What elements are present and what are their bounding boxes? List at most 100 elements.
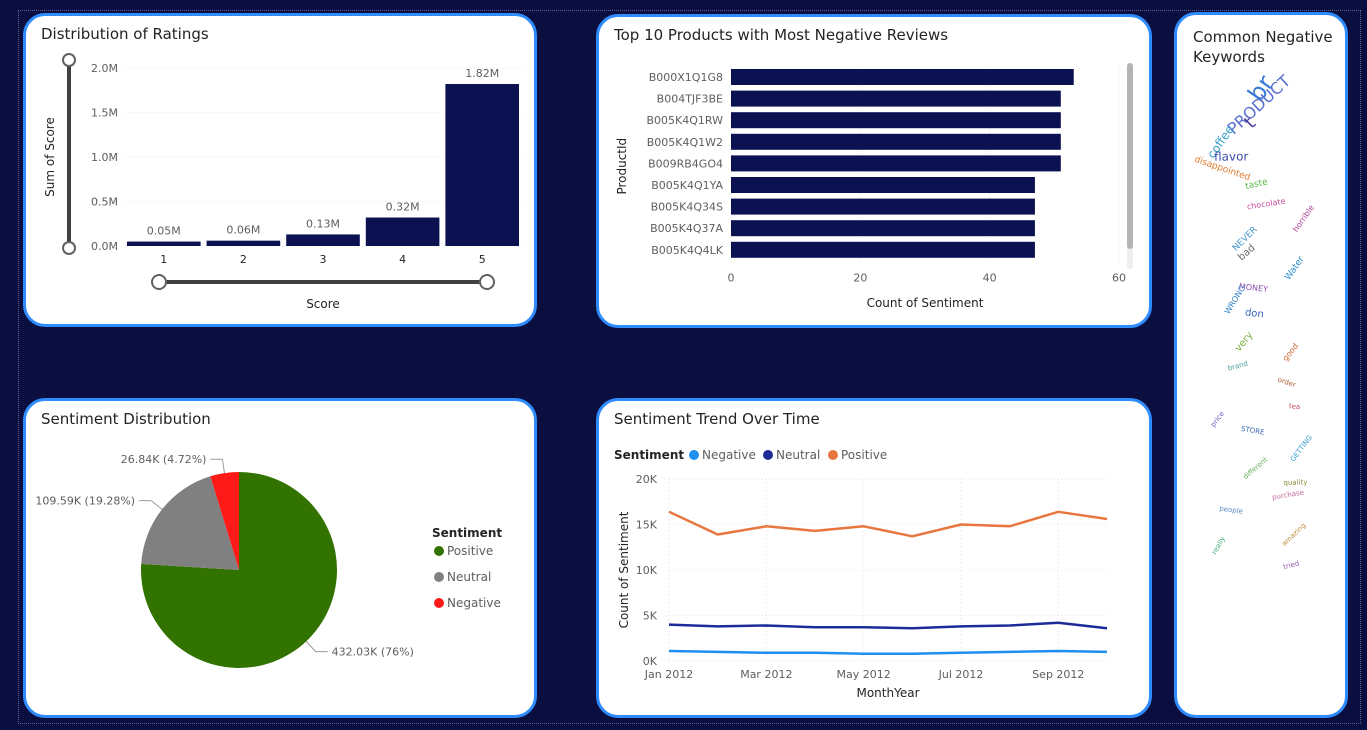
y-axis-title: ProductId [615, 138, 629, 195]
x-tick-label: May 2012 [837, 668, 891, 681]
data-label: 0.06M [226, 224, 260, 237]
sentiment-pie-chart: 432.03K (76%) 109.59K (19.28%) 26.84K (4.7… [35, 453, 502, 668]
bar[interactable] [731, 90, 1061, 107]
x-tick-label: 5 [479, 253, 486, 266]
y-tick-label: B005K4Q34S [651, 201, 723, 214]
word-cloud-word: very [1233, 330, 1256, 354]
word-cloud-word: price [1209, 410, 1226, 429]
x-tick-label: Mar 2012 [740, 668, 792, 681]
legend-marker[interactable] [434, 546, 444, 556]
word-cloud-word: brand [1227, 360, 1249, 373]
word-cloud-word: GETTING [1289, 434, 1314, 464]
sentiment-distribution-card[interactable]: Sentiment Distribution 432.03K (76%) 109.… [23, 398, 537, 718]
leader-line [305, 641, 328, 653]
y-tick-label: B005K4Q1RW [647, 114, 724, 127]
data-label: 0.13M [306, 217, 340, 230]
y-tick-label: 10K [636, 564, 658, 577]
y-tick-label: B005K4Q1YA [651, 179, 723, 192]
series-line-negative[interactable] [668, 649, 1108, 655]
x-tick-label: 4 [399, 253, 406, 266]
y-range-slider-handle-top[interactable] [62, 53, 76, 67]
word-cloud-word: people [1219, 505, 1244, 516]
x-tick-label: Jul 2012 [938, 668, 984, 681]
x-tick-label: 0 [728, 271, 735, 284]
data-label: 432.03K (76%) [332, 646, 414, 659]
x-tick-label: 20 [853, 271, 867, 284]
data-label: 26.84K (4.72%) [121, 453, 207, 466]
word-cloud-word: order [1277, 376, 1297, 390]
bar[interactable] [127, 241, 201, 246]
legend-item[interactable]: Neutral [447, 570, 491, 584]
bar[interactable] [286, 234, 360, 246]
sentiment-trend-card[interactable]: Sentiment Trend Over Time 0K 5K 10K 15K 20K J… [596, 398, 1152, 718]
x-axis-title: Count of Sentiment [867, 296, 984, 310]
word-cloud-word: horrible [1291, 203, 1316, 234]
bar[interactable] [731, 112, 1061, 129]
y-tick-label: 15K [636, 519, 658, 532]
bar[interactable] [731, 69, 1074, 85]
y-tick-label: 2.0M [91, 62, 118, 75]
y-tick-label: B004TJF3BE [657, 93, 723, 106]
data-label: 109.59K (19.28%) [35, 495, 135, 508]
bar[interactable] [445, 84, 519, 247]
word-cloud-word: purchase [1272, 488, 1305, 501]
bar[interactable] [731, 155, 1061, 172]
legend-marker[interactable] [434, 572, 444, 582]
data-label: 1.82M [465, 67, 499, 80]
word-cloud-word: amazing [1280, 521, 1307, 547]
data-label: 0.05M [147, 225, 181, 238]
legend-title: Sentiment [432, 526, 502, 540]
legend-marker[interactable] [828, 450, 838, 460]
y-tick-label: 0.0M [91, 240, 118, 253]
word-cloud-word: good [1281, 342, 1301, 363]
y-tick-label: 1.0M [91, 151, 118, 164]
x-tick-label: Sep 2012 [1032, 668, 1084, 681]
word-cloud-word: quality [1283, 478, 1307, 486]
x-tick-label: 60 [1112, 271, 1126, 284]
y-tick-label: 0K [643, 655, 658, 668]
y-tick-label: B009RB4GO4 [648, 157, 723, 170]
y-tick-label: 20K [636, 473, 658, 486]
legend-marker[interactable] [763, 450, 773, 460]
legend-marker[interactable] [689, 450, 699, 460]
word-cloud-word: STORE [1240, 425, 1265, 437]
word-cloud-word: chocolate [1246, 197, 1286, 212]
word-cloud-word: different [1241, 456, 1269, 481]
negative-products-chart: 0 20 40 60 B000X1Q1G8 B004TJF3BE B005K4Q1RW B00… [615, 63, 1133, 310]
negative-products-card[interactable]: Top 10 Products with Most Negative Revie… [596, 14, 1152, 328]
word-cloud-word: WRONG [1223, 284, 1247, 316]
bar[interactable] [206, 240, 281, 246]
word-cloud-word: really [1210, 535, 1227, 556]
bar[interactable] [731, 177, 1035, 193]
word-cloud-word: Water [1283, 255, 1307, 283]
keywords-card[interactable]: Common Negative Keywords br PRODUCT t coffe… [1174, 12, 1348, 718]
leader-line [139, 500, 163, 510]
y-tick-label: 1.5M [91, 107, 118, 120]
legend-item[interactable]: Negative [447, 596, 501, 610]
y-range-slider-handle-bottom[interactable] [62, 241, 76, 255]
legend-item[interactable]: Negative [702, 448, 756, 462]
bar[interactable] [731, 241, 1035, 258]
y-tick-label: 5K [643, 610, 658, 623]
bar[interactable] [731, 220, 1035, 237]
bar[interactable] [731, 198, 1035, 215]
x-range-slider-handle-right[interactable] [479, 274, 495, 290]
series-line-neutral[interactable] [668, 621, 1108, 630]
word-cloud-word: tea [1289, 402, 1301, 411]
bar[interactable] [365, 217, 440, 246]
legend-item[interactable]: Positive [447, 544, 493, 558]
y-axis-title: Sum of Score [43, 117, 57, 197]
ratings-card[interactable]: Distribution of Ratings 0.0M 0.5M 1.0M 1.5M… [23, 13, 537, 327]
x-tick-label: 1 [160, 253, 167, 266]
word-cloud-word: tried [1282, 559, 1300, 571]
word-cloud-word: flavor [1214, 149, 1248, 163]
x-range-slider-handle-left[interactable] [151, 274, 167, 290]
legend-item[interactable]: Neutral [776, 448, 820, 462]
scrollbar-thumb[interactable] [1127, 63, 1133, 249]
x-axis-title: MonthYear [856, 686, 919, 700]
bar[interactable] [731, 133, 1061, 150]
y-tick-label: B005K4Q1W2 [647, 136, 723, 149]
data-label: 0.32M [386, 201, 420, 214]
legend-marker[interactable] [434, 598, 444, 608]
legend-item[interactable]: Positive [841, 448, 887, 462]
